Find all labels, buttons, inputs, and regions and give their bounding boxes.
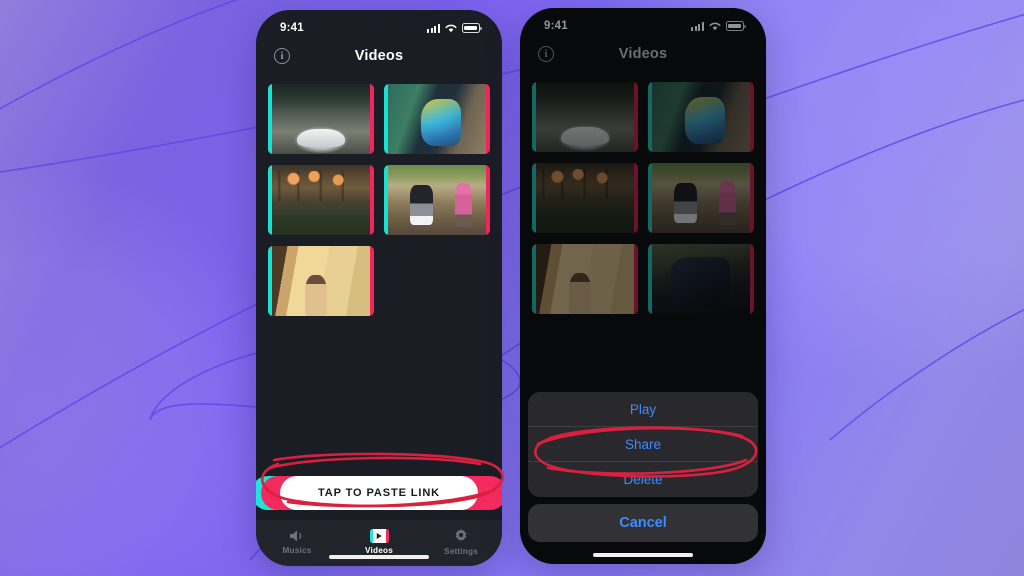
action-sheet: Play Share Delete Cancel bbox=[528, 392, 758, 542]
tab-settings[interactable]: Settings bbox=[426, 528, 496, 556]
thumbnail-image-woman-on-staircase bbox=[272, 246, 370, 316]
thumbnail-image-house-with-hanging-lamps bbox=[272, 165, 370, 235]
tab-bar: Musics Videos Settings bbox=[256, 520, 502, 566]
glitch-edge-red bbox=[370, 84, 374, 154]
tab-label-musics: Musics bbox=[282, 546, 312, 555]
tap-to-paste-link-button[interactable]: TAP TO PASTE LINK bbox=[280, 476, 478, 510]
glitch-edge-red bbox=[370, 165, 374, 235]
tab-label-settings: Settings bbox=[444, 547, 478, 556]
video-play-icon bbox=[369, 529, 389, 543]
speaker-icon bbox=[289, 529, 306, 543]
glitch-edge-cyan bbox=[268, 246, 272, 316]
status-time: 9:41 bbox=[280, 22, 304, 34]
home-indicator bbox=[593, 553, 693, 557]
cellular-bars-icon bbox=[427, 24, 440, 33]
action-sheet-options: Play Share Delete bbox=[528, 392, 758, 497]
action-share[interactable]: Share bbox=[528, 427, 758, 462]
thumbnail-image-couple-in-park bbox=[388, 165, 486, 235]
action-play[interactable]: Play bbox=[528, 392, 758, 427]
person-pink bbox=[454, 183, 473, 227]
background-decoration bbox=[0, 0, 1024, 561]
page-title: Videos bbox=[354, 48, 404, 64]
tab-label-videos: Videos bbox=[365, 546, 393, 555]
video-thumbnail[interactable] bbox=[384, 165, 490, 235]
video-thumbnail[interactable] bbox=[268, 165, 374, 235]
navigation-bar: i Videos bbox=[256, 40, 502, 72]
battery-icon bbox=[462, 23, 482, 33]
screen-action-sheet: 9:41 i Videos Play Share Delete Cancel bbox=[520, 8, 766, 564]
action-cancel[interactable]: Cancel bbox=[528, 504, 758, 542]
video-grid bbox=[256, 72, 502, 476]
glitch-edge-cyan bbox=[268, 165, 272, 235]
status-indicators bbox=[427, 23, 482, 33]
glitch-edge-red bbox=[370, 246, 374, 316]
screen-video-list: 9:41 i Videos TAP TO PASTE LINK Musics V… bbox=[256, 10, 502, 566]
glitch-edge-cyan bbox=[384, 165, 388, 235]
glitch-edge-cyan bbox=[268, 84, 272, 154]
thumbnail-image-police-arrest-colorful-shirt bbox=[388, 84, 486, 154]
glitch-edge-red bbox=[486, 84, 490, 154]
gear-icon bbox=[453, 528, 469, 544]
action-delete[interactable]: Delete bbox=[528, 462, 758, 497]
status-bar: 9:41 bbox=[256, 10, 502, 40]
thumbnail-image-white-sports-car-tunnel bbox=[272, 84, 370, 154]
wifi-icon bbox=[445, 24, 457, 33]
home-indicator bbox=[329, 555, 429, 559]
phone-video-list: 9:41 i Videos TAP TO PASTE LINK Musics V… bbox=[256, 10, 502, 566]
phone-action-sheet: 9:41 i Videos Play Share Delete Cancel bbox=[520, 8, 766, 564]
glitch-edge-red bbox=[486, 165, 490, 235]
video-thumbnail[interactable] bbox=[268, 84, 374, 154]
tab-videos[interactable]: Videos bbox=[344, 529, 414, 555]
tab-musics[interactable]: Musics bbox=[262, 529, 332, 555]
video-thumbnail[interactable] bbox=[268, 246, 374, 316]
glitch-edge-cyan bbox=[384, 84, 388, 154]
paste-button-area: TAP TO PASTE LINK bbox=[256, 476, 502, 510]
video-thumbnail[interactable] bbox=[384, 84, 490, 154]
